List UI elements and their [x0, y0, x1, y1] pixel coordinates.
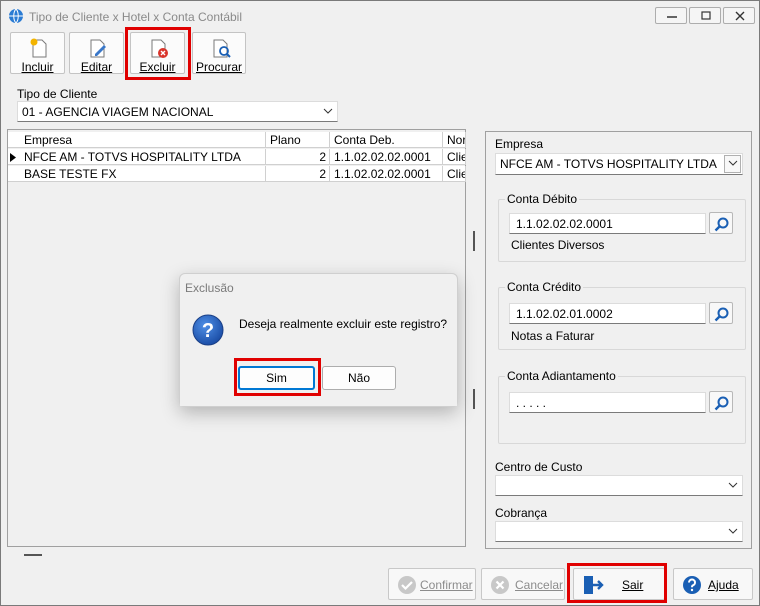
- minimize-button[interactable]: [655, 7, 687, 24]
- conta-adiantamento-title: Conta Adiantamento: [505, 369, 618, 383]
- globe-icon: [9, 8, 23, 24]
- main-window: Tipo de Cliente x Hotel x Conta Contábil…: [0, 0, 760, 606]
- conta-debito-title: Conta Débito: [505, 192, 580, 206]
- svg-text:?: ?: [202, 320, 214, 342]
- tipo-cliente-value: 01 - AGENCIA VIAGEM NACIONAL: [22, 105, 214, 119]
- ajuda-label: Ajuda: [708, 578, 739, 592]
- empresa-select[interactable]: NFCE AM - TOTVS HOSPITALITY LTDA: [495, 153, 743, 175]
- conta-credito-value: 1.1.02.02.01.0002: [516, 307, 613, 321]
- search-icon: [714, 307, 729, 322]
- cancelar-button[interactable]: Cancelar: [481, 568, 565, 600]
- confirmar-label: Confirmar: [420, 578, 473, 592]
- conta-debito-desc: Clientes Diversos: [511, 238, 605, 252]
- column-header-nor[interactable]: Nor: [443, 132, 466, 148]
- grid-header-row: Empresa Plano Conta Deb. Nor: [8, 132, 466, 148]
- empresa-value: NFCE AM - TOTVS HOSPITALITY LTDA: [500, 157, 717, 171]
- cell-plano: 2: [266, 149, 330, 165]
- restore-icon: [701, 11, 711, 20]
- table-row[interactable]: NFCE AM - TOTVS HOSPITALITY LTDA 2 1.1.0…: [8, 149, 466, 165]
- empresa-label: Empresa: [495, 137, 544, 151]
- table-row[interactable]: BASE TESTE FX 2 1.1.02.02.02.0001 Clie: [8, 166, 466, 182]
- confirmar-button[interactable]: Confirmar: [388, 568, 476, 600]
- nao-button[interactable]: Não: [322, 366, 396, 390]
- sim-highlight-box: [234, 358, 321, 396]
- maximize-button[interactable]: [689, 7, 721, 24]
- cell-nor: Clie: [443, 166, 466, 182]
- conta-adiantamento-input[interactable]: . . . . .: [509, 392, 706, 413]
- edit-document-icon: [90, 39, 106, 58]
- window-title: Tipo de Cliente x Hotel x Conta Contábil: [29, 10, 242, 24]
- column-header-conta-deb[interactable]: Conta Deb.: [330, 132, 443, 148]
- dialog-message: Deseja realmente excluir este registro?: [239, 317, 448, 331]
- conta-credito-search-button[interactable]: [709, 302, 733, 324]
- scroll-indicator[interactable]: [24, 554, 42, 556]
- conta-credito-input[interactable]: 1.1.02.02.01.0002: [509, 303, 706, 324]
- check-circle-icon: [398, 576, 416, 594]
- conta-adiantamento-group: Conta Adiantamento . . . . .: [498, 369, 746, 444]
- ajuda-button[interactable]: Ajuda: [673, 568, 753, 600]
- detail-panel: Empresa NFCE AM - TOTVS HOSPITALITY LTDA…: [485, 131, 752, 549]
- cancel-circle-icon: [491, 576, 509, 594]
- centro-custo-select[interactable]: [495, 475, 743, 496]
- close-window-button[interactable]: [723, 7, 755, 24]
- search-document-icon: [213, 39, 231, 58]
- column-header-empresa[interactable]: Empresa: [20, 132, 266, 148]
- help-icon: [683, 576, 701, 594]
- conta-credito-group: Conta Crédito 1.1.02.02.01.0002 Notas a …: [498, 280, 746, 350]
- procurar-label: Procurar: [195, 60, 242, 74]
- question-icon: ?: [192, 314, 224, 346]
- chevron-down-icon: [728, 160, 738, 166]
- conta-debito-search-button[interactable]: [709, 212, 733, 234]
- cell-conta: 1.1.02.02.02.0001: [330, 149, 443, 165]
- column-header-plano[interactable]: Plano: [266, 132, 330, 148]
- tipo-cliente-label: Tipo de Cliente: [17, 87, 98, 101]
- editar-button[interactable]: Editar: [69, 32, 124, 74]
- cell-nor: Clie: [443, 149, 466, 165]
- centro-custo-label: Centro de Custo: [495, 460, 583, 474]
- chevron-down-icon: [728, 482, 738, 488]
- conta-debito-value: 1.1.02.02.02.0001: [516, 217, 613, 231]
- cobranca-select[interactable]: [495, 521, 743, 542]
- row-indicator-icon: [10, 153, 16, 162]
- incluir-label: Incluir: [21, 60, 54, 74]
- chevron-down-icon: [323, 108, 333, 114]
- title-bar: Tipo de Cliente x Hotel x Conta Contábil: [1, 1, 759, 31]
- conta-adiantamento-value: . . . . .: [516, 396, 547, 410]
- minimize-icon: [667, 16, 677, 18]
- cell-plano: 2: [266, 166, 330, 182]
- dialog-title: Exclusão: [185, 281, 234, 295]
- cell-conta: 1.1.02.02.02.0001: [330, 166, 443, 182]
- excluir-highlight-box: [125, 27, 191, 80]
- conta-adiantamento-search-button[interactable]: [709, 391, 733, 413]
- cell-empresa: BASE TESTE FX: [20, 166, 266, 182]
- incluir-button[interactable]: Incluir: [10, 32, 65, 74]
- conta-debito-group: Conta Débito 1.1.02.02.02.0001 Clientes …: [498, 192, 746, 262]
- conta-debito-input[interactable]: 1.1.02.02.02.0001: [509, 213, 706, 234]
- cobranca-label: Cobrança: [495, 506, 548, 520]
- procurar-button[interactable]: Procurar: [192, 32, 246, 74]
- conta-credito-title: Conta Crédito: [505, 280, 584, 294]
- new-document-icon: [30, 38, 47, 58]
- editar-label: Editar: [80, 60, 113, 74]
- panel-splitter[interactable]: [469, 129, 481, 547]
- search-icon: [714, 217, 729, 232]
- search-icon: [714, 396, 729, 411]
- cell-empresa: NFCE AM - TOTVS HOSPITALITY LTDA: [20, 149, 266, 165]
- sair-highlight-box: [567, 563, 667, 603]
- tipo-cliente-select[interactable]: 01 - AGENCIA VIAGEM NACIONAL: [17, 101, 338, 122]
- cancelar-label: Cancelar: [515, 578, 564, 592]
- close-icon: [735, 11, 745, 21]
- chevron-down-icon: [728, 528, 738, 534]
- conta-credito-desc: Notas a Faturar: [511, 329, 595, 343]
